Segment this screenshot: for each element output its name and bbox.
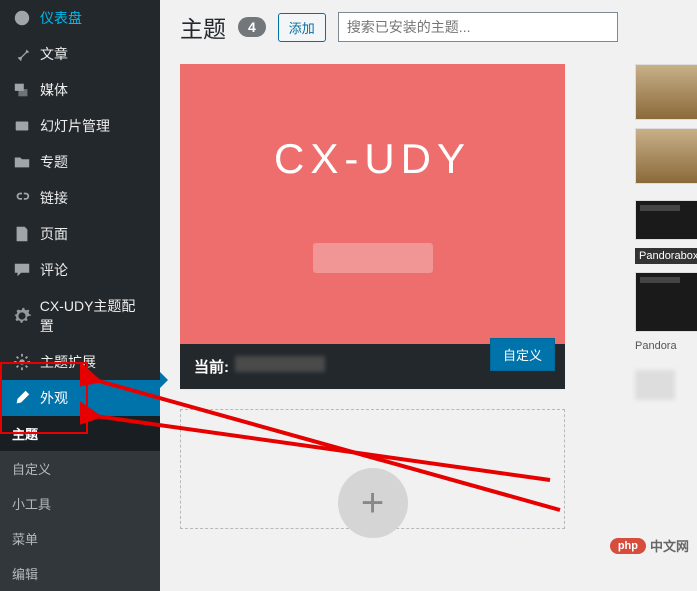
watermark-text: 中文网 (650, 536, 689, 555)
plus-icon: + (338, 468, 408, 538)
themes-grid: CX-UDY 当前: 自定义 + Pandorabox (180, 64, 677, 529)
sidebar-item-pages[interactable]: 页面 (0, 216, 160, 252)
sidebar-label: CX-UDY主题配置 (40, 296, 148, 336)
sidebar-label: 主题扩展 (40, 352, 96, 372)
media-icon (12, 80, 32, 100)
theme-label: Pandora (635, 340, 697, 352)
page-icon (12, 224, 32, 244)
sidebar-label: 评论 (40, 260, 68, 280)
folder-icon (12, 152, 32, 172)
theme-label: Pandorabox (635, 248, 697, 264)
theme-card-active[interactable]: CX-UDY 当前: 自定义 (180, 64, 565, 389)
main-content: 主题 4 添加 CX-UDY 当前: 自定义 + (160, 0, 697, 567)
sidebar-item-posts[interactable]: 文章 (0, 36, 160, 72)
submenu-item-editor[interactable]: 编辑 (0, 556, 160, 591)
sidebar-label: 链接 (40, 188, 68, 208)
sidebar-item-theme-ext[interactable]: 主题扩展 (0, 344, 160, 380)
brush-icon (12, 388, 32, 408)
watermark: php 中文网 (610, 536, 689, 555)
theme-thumbnail-title: CX-UDY (274, 135, 471, 183)
page-title: 主题 (180, 10, 226, 44)
sidebar-label: 外观 (40, 388, 68, 408)
theme-thumbnail: CX-UDY (180, 64, 565, 344)
gear-icon (12, 306, 32, 326)
sidebar-label: 幻灯片管理 (40, 116, 110, 136)
theme-column-main: CX-UDY 当前: 自定义 + (180, 64, 565, 529)
theme-thumbnail-small[interactable] (635, 128, 697, 184)
sidebar-label: 媒体 (40, 80, 68, 100)
appearance-submenu: 主题 自定义 小工具 菜单 编辑 (0, 416, 160, 591)
pin-icon (12, 44, 32, 64)
submenu-item-widgets[interactable]: 小工具 (0, 486, 160, 521)
comment-icon (12, 260, 32, 280)
theme-thumbnail-small[interactable] (635, 64, 697, 120)
customize-button[interactable]: 自定义 (490, 338, 555, 371)
theme-thumbnail-small[interactable] (635, 272, 697, 332)
submenu-item-menus[interactable]: 菜单 (0, 521, 160, 556)
link-icon (12, 188, 32, 208)
admin-sidebar: 仪表盘 文章 媒体 幻灯片管理 专题 链接 页面 评论 CX-UDY主题配置 主… (0, 0, 160, 567)
sidebar-item-links[interactable]: 链接 (0, 180, 160, 216)
submenu-item-themes[interactable]: 主题 (0, 416, 160, 451)
sidebar-label: 页面 (40, 224, 68, 244)
sidebar-item-topics[interactable]: 专题 (0, 144, 160, 180)
add-new-theme-card[interactable]: + (180, 409, 565, 529)
sidebar-label: 文章 (40, 44, 68, 64)
dashboard-icon (12, 8, 32, 28)
sidebar-item-cxudy[interactable]: CX-UDY主题配置 (0, 288, 160, 344)
search-themes-input[interactable] (338, 12, 618, 42)
theme-count-badge: 4 (238, 17, 266, 37)
theme-thumbnail-sub (313, 243, 433, 273)
sidebar-item-comments[interactable]: 评论 (0, 252, 160, 288)
theme-card-footer: 当前: 自定义 (180, 344, 565, 389)
add-theme-button[interactable]: 添加 (278, 13, 326, 42)
watermark-badge: php (610, 538, 646, 554)
slides-icon (12, 116, 32, 136)
page-header: 主题 4 添加 (180, 10, 677, 44)
sidebar-item-appearance[interactable]: 外观 (0, 380, 160, 416)
sidebar-item-dashboard[interactable]: 仪表盘 (0, 0, 160, 36)
sidebar-label: 专题 (40, 152, 68, 172)
sidebar-item-slides[interactable]: 幻灯片管理 (0, 108, 160, 144)
sidebar-item-media[interactable]: 媒体 (0, 72, 160, 108)
blurred-block (635, 370, 675, 400)
theme-current-prefix: 当前: (194, 356, 229, 377)
theme-thumbnail-small[interactable] (635, 200, 697, 240)
sidebar-label: 仪表盘 (40, 8, 82, 28)
theme-name-redacted (235, 356, 325, 372)
theme-column-side: Pandorabox Pandora (635, 64, 697, 529)
gear-icon (12, 352, 32, 372)
submenu-item-customize[interactable]: 自定义 (0, 451, 160, 486)
